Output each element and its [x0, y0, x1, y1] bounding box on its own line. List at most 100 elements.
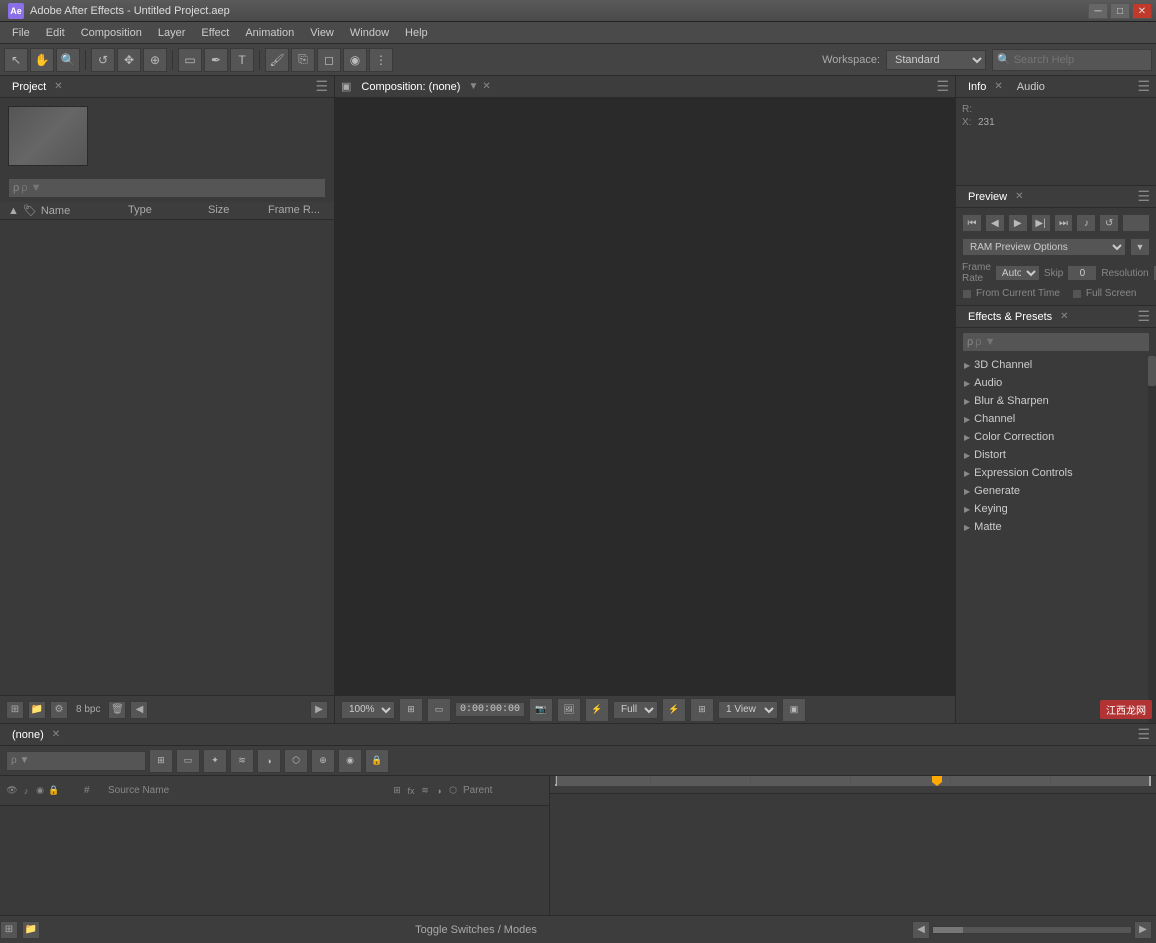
audio-button[interactable]: ♪	[1076, 214, 1096, 232]
comp-region-button[interactable]: ▭	[427, 698, 451, 722]
timeline-search-box[interactable]: ρ ▼	[6, 751, 146, 771]
minimize-button[interactable]: ─	[1088, 3, 1108, 19]
effects-search-box[interactable]: ρ	[962, 332, 1150, 352]
preview-panel-menu[interactable]: ☰	[1137, 188, 1150, 205]
skip-input[interactable]	[1067, 265, 1097, 281]
scroll-left-btn[interactable]: ◀	[912, 921, 930, 939]
go-last-button[interactable]: ⏭	[1054, 214, 1074, 232]
show-snapshot-button[interactable]: 🖼	[557, 698, 581, 722]
scroll-right-btn[interactable]: ▶	[1134, 921, 1152, 939]
ram-preview-btn[interactable]	[1122, 214, 1150, 232]
effect-item-expression-controls[interactable]: ▶Expression Controls	[956, 464, 1148, 482]
layer-effects-button[interactable]: ✦	[203, 749, 227, 773]
effects-scroll-thumb[interactable]	[1148, 356, 1156, 386]
menu-file[interactable]: File	[4, 25, 38, 41]
tool-rotate[interactable]: ↺	[91, 48, 115, 72]
menu-help[interactable]: Help	[397, 25, 436, 41]
effect-item-keying[interactable]: ▶Keying	[956, 500, 1148, 518]
menu-layer[interactable]: Layer	[150, 25, 194, 41]
composition-panel-menu[interactable]: ☰	[936, 78, 949, 95]
menu-animation[interactable]: Animation	[237, 25, 302, 41]
motion-blur-button[interactable]: ≋	[230, 749, 254, 773]
effects-presets-tab[interactable]: Effects & Presets	[962, 309, 1058, 325]
ram-options-btn[interactable]: ▼	[1130, 238, 1150, 256]
create-layer-button[interactable]: ⊞	[149, 749, 173, 773]
menu-window[interactable]: Window	[342, 25, 397, 41]
go-next-button[interactable]: ▶|	[1031, 214, 1051, 232]
zoom-dropdown[interactable]: 100%	[341, 701, 395, 719]
resolution-dropdown[interactable]: Full	[613, 701, 658, 719]
new-solid-button[interactable]: ▭	[176, 749, 200, 773]
full-screen-checkbox[interactable]	[1072, 289, 1082, 299]
menu-view[interactable]: View	[302, 25, 342, 41]
search-box[interactable]: 🔍	[992, 49, 1152, 71]
tool-text[interactable]: T	[230, 48, 254, 72]
ram-preview-dropdown[interactable]: RAM Preview Options	[962, 238, 1126, 256]
project-tab[interactable]: Project	[6, 79, 52, 95]
view-dropdown[interactable]: 1 View	[718, 701, 778, 719]
effect-item-audio[interactable]: ▶Audio	[956, 374, 1148, 392]
guide-layer-button[interactable]: ⊕	[311, 749, 335, 773]
info-panel-menu[interactable]: ☰	[1137, 78, 1150, 95]
tool-select[interactable]: ↖	[4, 48, 28, 72]
tool-hand[interactable]: ✋	[30, 48, 54, 72]
lock-button[interactable]: 🔒	[365, 749, 389, 773]
expand-button[interactable]: ◀	[130, 701, 148, 719]
info-tab[interactable]: Info	[962, 79, 992, 95]
effect-item-distort[interactable]: ▶Distort	[956, 446, 1148, 464]
menu-effect[interactable]: Effect	[193, 25, 237, 41]
tool-zoom[interactable]: 🔍	[56, 48, 80, 72]
tool-anchor[interactable]: ⊕	[143, 48, 167, 72]
go-first-button[interactable]: ⏮	[962, 214, 982, 232]
preview-tab-close[interactable]: ✕	[1015, 191, 1023, 202]
comp-fit-button[interactable]: ⊞	[399, 698, 423, 722]
timeline-scrollbar[interactable]	[932, 926, 1132, 934]
effect-item-blur-sharpen[interactable]: ▶Blur & Sharpen	[956, 392, 1148, 410]
project-search-input[interactable]	[21, 182, 321, 194]
effects-search-input[interactable]	[975, 336, 1145, 348]
maximize-button[interactable]: □	[1110, 3, 1130, 19]
new-composition-button[interactable]: ⊞	[6, 701, 24, 719]
play-button[interactable]: ▶	[1008, 214, 1028, 232]
frame-rate-dropdown[interactable]: Auto	[995, 265, 1040, 281]
menu-composition[interactable]: Composition	[73, 25, 150, 41]
timeline-panel-menu[interactable]: ☰	[1137, 726, 1150, 743]
project-tab-close[interactable]: ✕	[54, 81, 62, 92]
from-current-checkbox[interactable]	[962, 289, 972, 299]
show-channel-button[interactable]: ⚡	[585, 698, 609, 722]
tool-eraser[interactable]: ◻	[317, 48, 341, 72]
effect-item-channel[interactable]: ▶Channel	[956, 410, 1148, 428]
effects-tab-close[interactable]: ✕	[1060, 311, 1068, 322]
effect-item-matte[interactable]: ▶Matte	[956, 518, 1148, 536]
composition-tab[interactable]: Composition: (none)	[355, 79, 466, 95]
comp-tab-dropdown[interactable]: ▼	[468, 81, 478, 92]
fast-previews-button[interactable]: ⚡	[662, 698, 686, 722]
effect-item-generate[interactable]: ▶Generate	[956, 482, 1148, 500]
tool-clone[interactable]: ⎘	[291, 48, 315, 72]
project-search-box[interactable]: ρ	[8, 178, 326, 198]
render-button[interactable]: ▣	[782, 698, 806, 722]
resolution-dropdown-preview[interactable]: Auto	[1153, 265, 1156, 281]
search-input[interactable]	[1014, 54, 1147, 66]
tool-pen[interactable]: ✒	[204, 48, 228, 72]
tool-roto[interactable]: ◉	[343, 48, 367, 72]
info-tab-close[interactable]: ✕	[994, 81, 1002, 92]
grid-guide-button[interactable]: ⊞	[690, 698, 714, 722]
snapshot-button[interactable]: 📷	[529, 698, 553, 722]
effect-item-3d-channel[interactable]: ▶3D Channel	[956, 356, 1148, 374]
go-prev-button[interactable]: ◀	[985, 214, 1005, 232]
tool-brush[interactable]: 🖌	[265, 48, 289, 72]
collapse-button[interactable]: ▶	[310, 701, 328, 719]
preview-tab[interactable]: Preview	[962, 189, 1013, 205]
workspace-select[interactable]: Standard	[886, 50, 986, 70]
timeline-footer-btn-1[interactable]: ⊞	[0, 921, 18, 939]
timeline-scroll-thumb[interactable]	[933, 927, 963, 933]
loop-button[interactable]: ↺	[1099, 214, 1119, 232]
close-button[interactable]: ✕	[1132, 3, 1152, 19]
timeline-tab-close[interactable]: ✕	[52, 729, 60, 740]
effects-scrollbar[interactable]	[1148, 356, 1156, 723]
effect-item-color-correction[interactable]: ▶Color Correction	[956, 428, 1148, 446]
tool-rect[interactable]: ▭	[178, 48, 202, 72]
solo-button[interactable]: ◉	[338, 749, 362, 773]
audio-tab[interactable]: Audio	[1011, 79, 1051, 95]
